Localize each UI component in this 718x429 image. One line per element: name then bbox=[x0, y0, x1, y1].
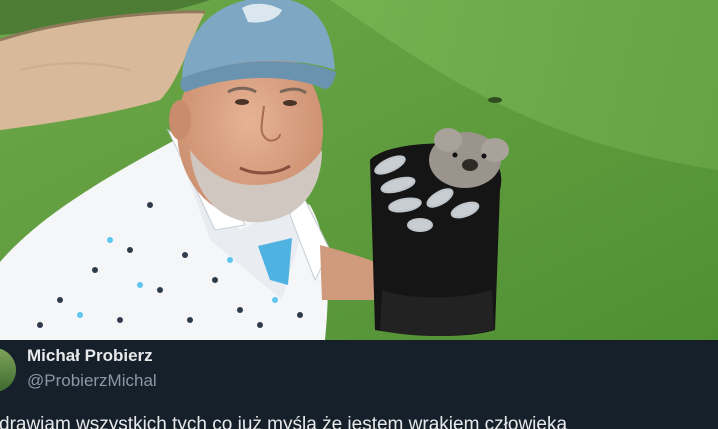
avatar-image bbox=[0, 348, 16, 392]
author-display-name[interactable]: Michał Probierz bbox=[27, 346, 153, 366]
tweet-screenshot: Michał Probierz @ProbierzMichal drawiam … bbox=[0, 0, 718, 429]
post-text: drawiam wszystkich tych co już myślą że … bbox=[0, 414, 568, 429]
post-author-bar: Michał Probierz @ProbierzMichal drawiam … bbox=[0, 340, 718, 429]
author-handle[interactable]: @ProbierzMichal bbox=[27, 371, 157, 391]
avatar[interactable] bbox=[0, 348, 16, 392]
post-photo[interactable] bbox=[0, 0, 718, 340]
